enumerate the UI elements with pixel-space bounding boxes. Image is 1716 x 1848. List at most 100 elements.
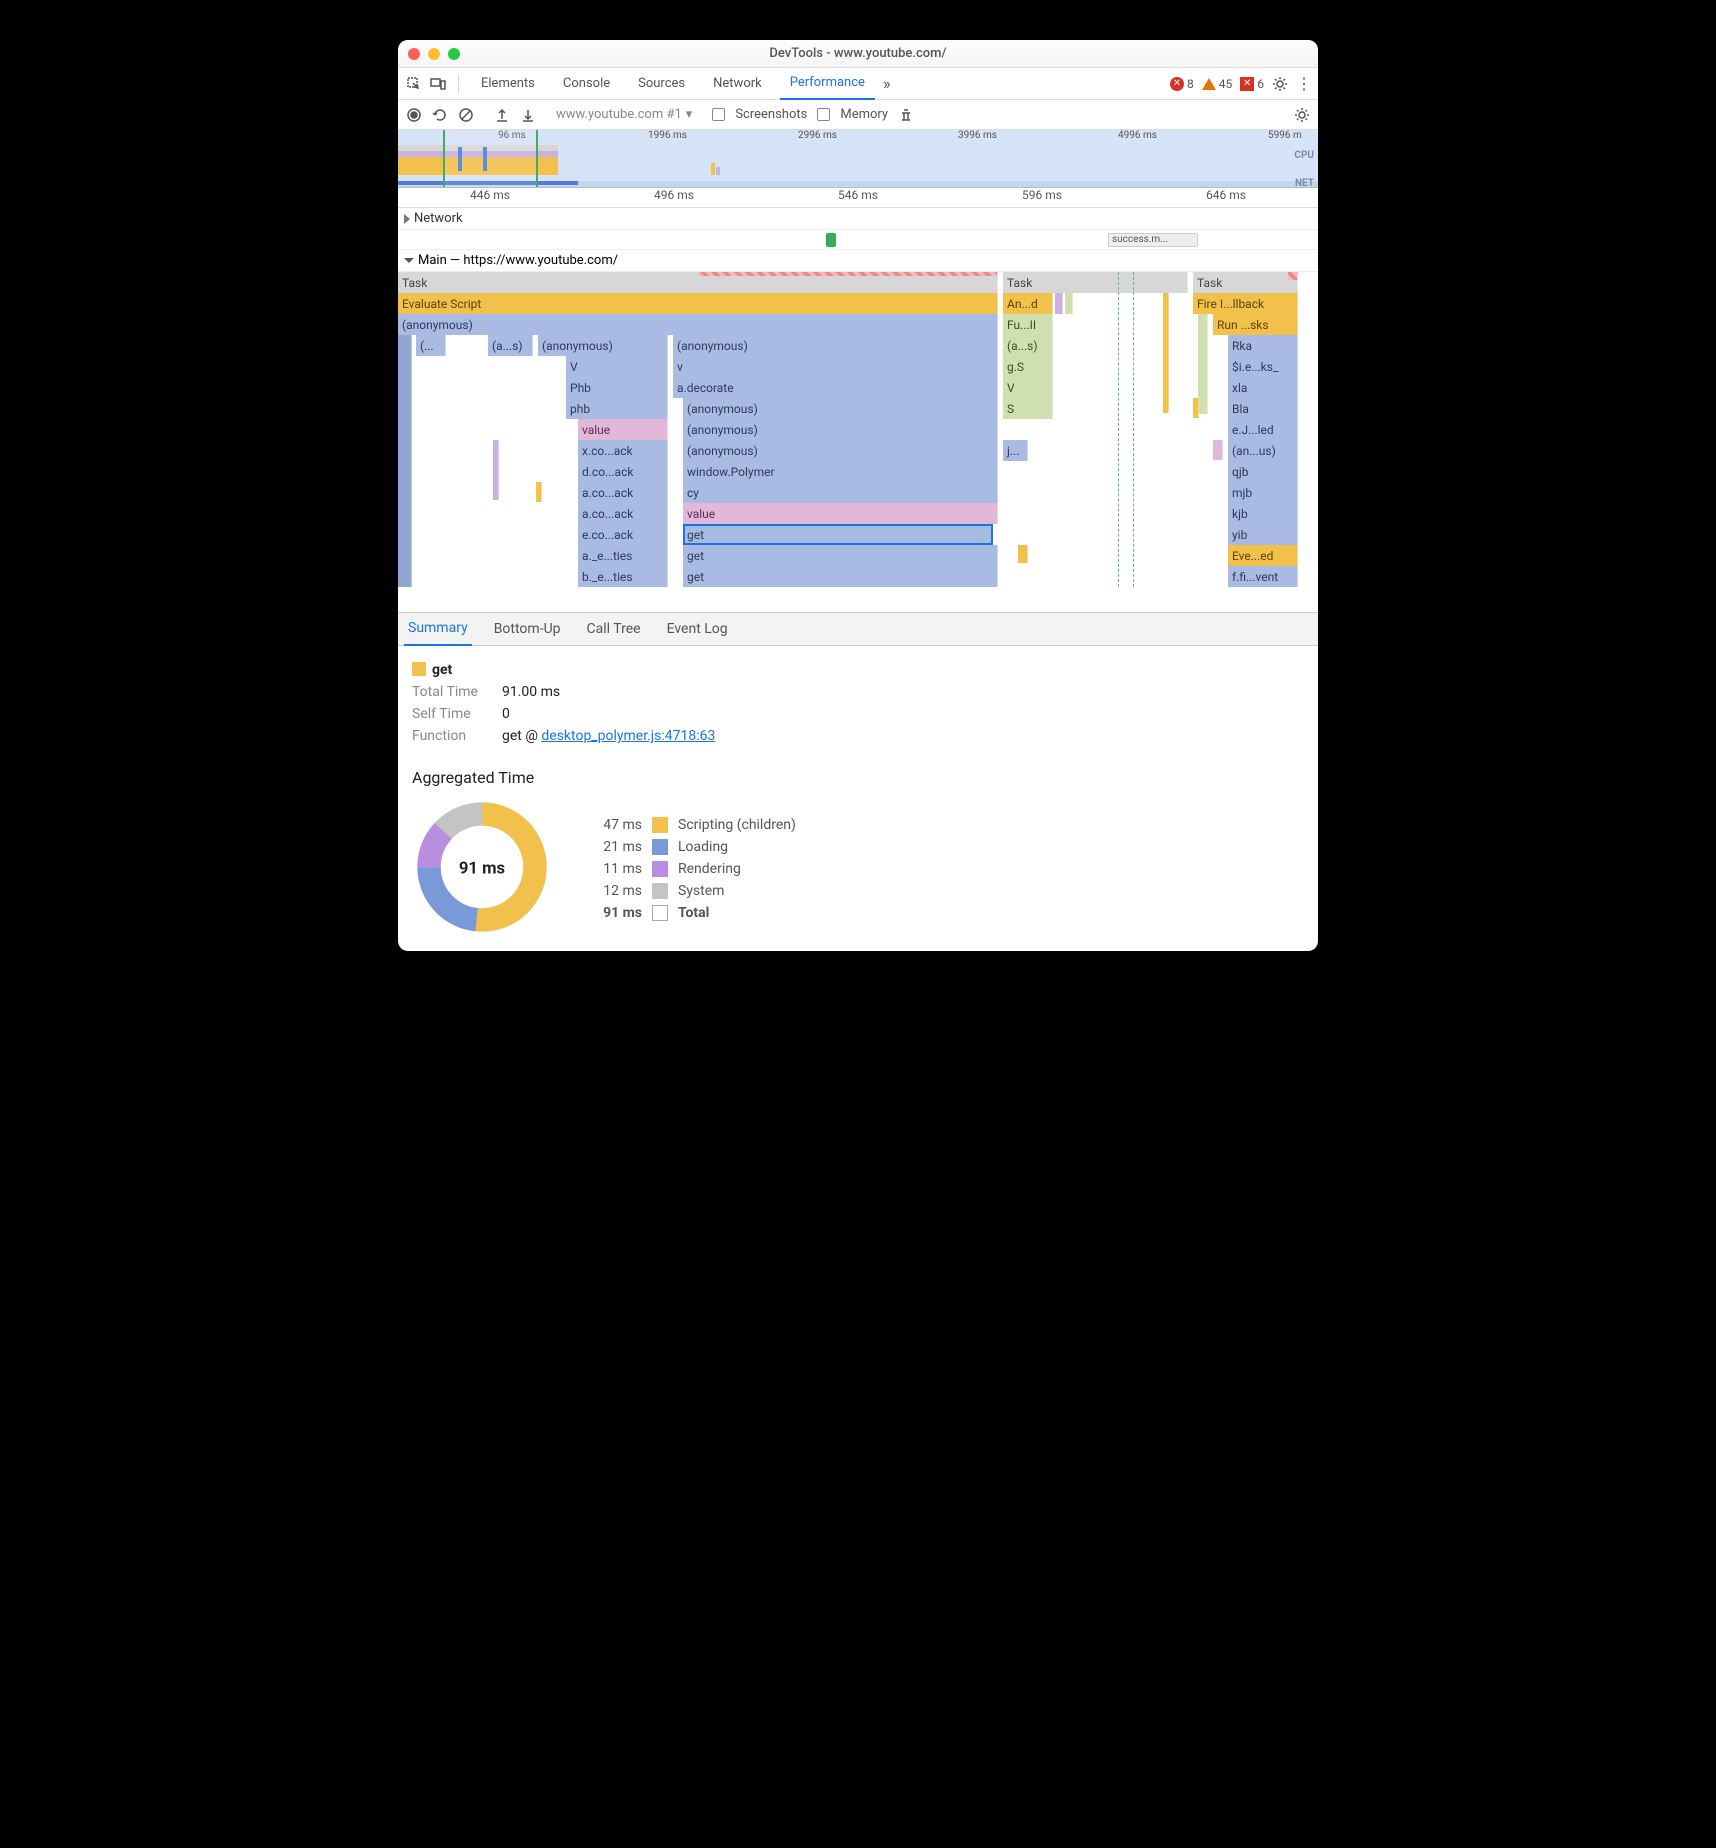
- flame-bar[interactable]: S: [1003, 398, 1053, 419]
- function-link[interactable]: desktop_polymer.js:4718:63: [541, 728, 715, 744]
- warning-badge[interactable]: 45: [1202, 77, 1233, 91]
- device-icon[interactable]: [430, 76, 446, 92]
- flame-bar[interactable]: j...: [1003, 440, 1028, 461]
- tab-network[interactable]: Network: [703, 68, 772, 100]
- flame-bar[interactable]: [1163, 293, 1169, 413]
- network-bar[interactable]: success.m...: [1108, 233, 1198, 247]
- flame-bar[interactable]: [1213, 440, 1223, 460]
- tab-event-log[interactable]: Event Log: [663, 612, 732, 646]
- flame-bar[interactable]: (anonymous): [673, 335, 998, 356]
- flame-bar[interactable]: get: [683, 566, 998, 587]
- flame-bar[interactable]: (a...s): [1003, 335, 1053, 356]
- flame-bar[interactable]: [1198, 314, 1208, 414]
- tab-bottom-up[interactable]: Bottom-Up: [490, 612, 565, 646]
- flame-bar[interactable]: [1193, 398, 1199, 418]
- target-select[interactable]: www.youtube.com #1 ▾: [556, 107, 692, 122]
- gear-icon[interactable]: [1294, 107, 1310, 123]
- tab-summary[interactable]: Summary: [404, 612, 472, 646]
- flame-bar[interactable]: (a...s): [488, 335, 533, 356]
- x-error-badge[interactable]: ✕6: [1240, 77, 1264, 91]
- flame-bar[interactable]: v: [673, 356, 998, 377]
- legend-row: 91 msTotal: [592, 905, 796, 921]
- flame-bar[interactable]: [536, 482, 542, 502]
- upload-icon[interactable]: [494, 107, 510, 123]
- flame-bar[interactable]: Run ...sks: [1213, 314, 1298, 335]
- flame-bar[interactable]: (anonymous): [398, 314, 998, 335]
- flame-bar[interactable]: V: [566, 356, 668, 377]
- flame-bar[interactable]: Evaluate Script: [398, 293, 998, 314]
- flame-bar[interactable]: get: [683, 545, 998, 566]
- flame-bar[interactable]: window.Polymer: [683, 461, 998, 482]
- flame-bar[interactable]: g.S: [1003, 356, 1053, 377]
- kebab-icon[interactable]: ⋮: [1296, 74, 1310, 93]
- screenshots-checkbox[interactable]: [712, 108, 725, 121]
- network-track[interactable]: success.m...: [398, 230, 1318, 250]
- flame-bar[interactable]: qjb: [1228, 461, 1298, 482]
- flame-bar[interactable]: Fu...II: [1003, 314, 1053, 335]
- tab-sources[interactable]: Sources: [628, 68, 695, 100]
- clear-icon[interactable]: [458, 107, 474, 123]
- inspect-icon[interactable]: [406, 76, 422, 92]
- overview-selection[interactable]: [443, 130, 538, 187]
- flame-bar[interactable]: a.decorate: [673, 377, 998, 398]
- flame-bar[interactable]: xla: [1228, 377, 1298, 398]
- flame-bar[interactable]: d.co...ack: [578, 461, 668, 482]
- flame-bar[interactable]: Phb: [566, 377, 668, 398]
- gear-icon[interactable]: [1272, 76, 1288, 92]
- flame-bar[interactable]: (anonymous): [683, 398, 998, 419]
- flame-bar[interactable]: [1055, 293, 1063, 314]
- flame-bar[interactable]: kjb: [1228, 503, 1298, 524]
- chevron-down-icon: [404, 258, 414, 263]
- flame-bar[interactable]: (an...us): [1228, 440, 1298, 461]
- network-track-header[interactable]: Network: [398, 208, 1318, 230]
- flame-bar[interactable]: e.J...led: [1228, 419, 1298, 440]
- gc-icon[interactable]: [898, 107, 914, 123]
- flame-bar[interactable]: $i.e...ks_: [1228, 356, 1298, 377]
- flame-bar[interactable]: (anonymous): [538, 335, 668, 356]
- flame-bar[interactable]: (anonymous): [683, 419, 998, 440]
- flame-bar[interactable]: Eve...ed: [1228, 545, 1298, 566]
- flame-bar[interactable]: b._e...ties: [578, 566, 668, 587]
- flame-bar[interactable]: f.fi...vent: [1228, 566, 1298, 587]
- flame-chart[interactable]: Task Evaluate Script (anonymous) (... (a…: [398, 272, 1318, 612]
- flame-bar[interactable]: cy: [683, 482, 998, 503]
- flame-bar[interactable]: value: [683, 503, 998, 524]
- flame-bar[interactable]: V: [1003, 377, 1053, 398]
- flame-bar[interactable]: phb: [566, 398, 668, 419]
- flame-task[interactable]: Task: [1193, 272, 1298, 293]
- main-thread-header[interactable]: Main — https://www.youtube.com/: [398, 250, 1318, 272]
- flame-bar-selected[interactable]: get: [683, 524, 993, 545]
- flame-bar[interactable]: Fire I...llback: [1193, 293, 1298, 314]
- error-badge[interactable]: ✕8: [1170, 77, 1194, 91]
- flame-bar[interactable]: e.co...ack: [578, 524, 668, 545]
- overview-panel[interactable]: 96 ms 1996 ms 2996 ms 3996 ms 4996 ms 59…: [398, 130, 1318, 188]
- flame-bar[interactable]: a._e...ties: [578, 545, 668, 566]
- tab-performance[interactable]: Performance: [780, 68, 875, 100]
- performance-toolbar: www.youtube.com #1 ▾ Screenshots Memory: [398, 100, 1318, 130]
- flame-task[interactable]: Task: [1003, 272, 1188, 293]
- network-bar[interactable]: [826, 233, 836, 247]
- flame-bar[interactable]: a.co...ack: [578, 482, 668, 503]
- flame-bar[interactable]: a.co...ack: [578, 503, 668, 524]
- flame-bar[interactable]: [398, 335, 412, 587]
- flame-bar[interactable]: value: [578, 419, 668, 440]
- flame-bar[interactable]: [493, 440, 499, 500]
- flame-bar[interactable]: An...d: [1003, 293, 1053, 314]
- flame-bar[interactable]: [1018, 545, 1028, 563]
- download-icon[interactable]: [520, 107, 536, 123]
- memory-checkbox[interactable]: [817, 108, 830, 121]
- flame-bar[interactable]: (anonymous): [683, 440, 998, 461]
- flame-bar[interactable]: Rka: [1228, 335, 1298, 356]
- tab-elements[interactable]: Elements: [471, 68, 545, 100]
- flame-bar[interactable]: mjb: [1228, 482, 1298, 503]
- record-icon[interactable]: [406, 107, 422, 123]
- tab-console[interactable]: Console: [553, 68, 620, 100]
- flame-bar[interactable]: (...: [416, 335, 446, 356]
- overflow-tabs-icon[interactable]: »: [883, 74, 891, 93]
- flame-bar[interactable]: x.co...ack: [578, 440, 668, 461]
- tab-call-tree[interactable]: Call Tree: [583, 612, 645, 646]
- flame-bar[interactable]: [1065, 293, 1073, 314]
- flame-bar[interactable]: Bla: [1228, 398, 1298, 419]
- flame-bar[interactable]: yib: [1228, 524, 1298, 545]
- reload-icon[interactable]: [432, 107, 448, 123]
